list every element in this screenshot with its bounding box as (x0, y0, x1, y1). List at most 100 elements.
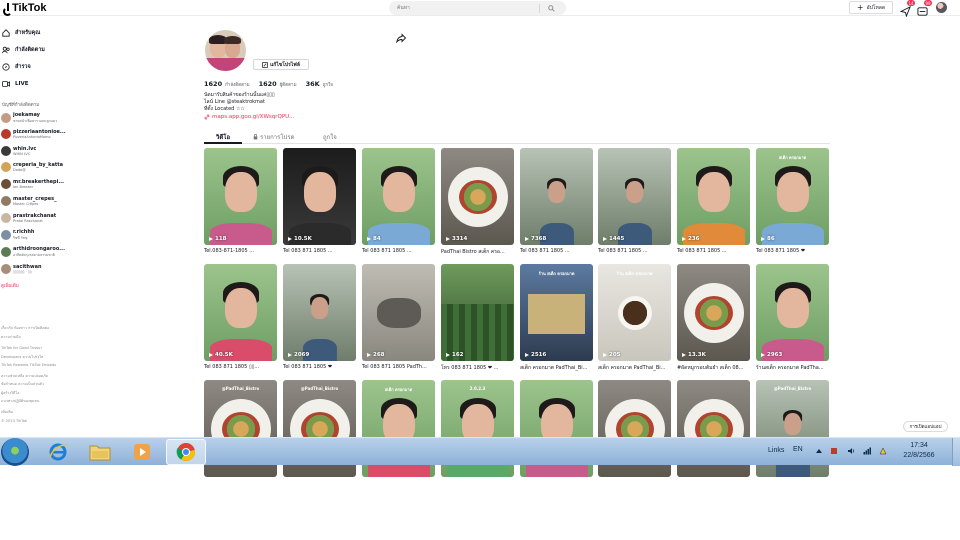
footer-link[interactable]: ความช่วยเหลือ ความปลอดภัย (1, 373, 48, 379)
video-thumbnail[interactable]: 162 (441, 264, 514, 361)
video-caption[interactable]: Tel 083 871 1805 ❤ (283, 364, 356, 370)
footer-link[interactable]: แนวทางปฏิบัติของชุมชน (1, 398, 39, 404)
tray-expand-icon[interactable] (815, 447, 823, 455)
video-caption[interactable]: Tel 083 871 1805 ... (283, 248, 356, 254)
tray-app-icon[interactable] (830, 447, 838, 455)
show-desktop-button[interactable] (952, 438, 960, 466)
nav-for-you[interactable]: สำหรับคุณ (2, 27, 40, 39)
upload-button[interactable]: + อัปโหลด (849, 1, 893, 14)
nav-following[interactable]: กำลังติดตาม (2, 44, 45, 56)
taskbar-clock[interactable]: 17:34 22/8/2566 (893, 441, 945, 461)
following-count[interactable]: 1620 (204, 80, 222, 88)
search-input[interactable] (389, 2, 539, 14)
video-card[interactable]: 236 Tel 083 871 1805 ... (677, 148, 750, 254)
video-thumbnail[interactable]: 2069 (283, 264, 356, 361)
taskbar-app-chrome[interactable] (166, 439, 206, 465)
video-caption[interactable]: Tel.083-871-1805 ... (204, 248, 277, 254)
video-caption[interactable]: สเต็ก ครอกมาต PadThai_Bi... (520, 364, 593, 372)
video-thumbnail[interactable]: 84 (362, 148, 435, 245)
footer-link[interactable]: เพิ่มเติม (1, 409, 13, 415)
video-card[interactable]: 2069 Tel 083 871 1805 ❤ (283, 264, 356, 370)
video-card[interactable]: 2963 ร้านสเต็ก ครอกมาต PadTha... (756, 264, 829, 372)
video-caption[interactable]: สเต็ก ครอกมาต PadThai_Bi... (598, 364, 671, 372)
network-icon[interactable] (863, 447, 871, 455)
video-card[interactable]: ร้าน สเต็ก ครอกมาต 2516 สเต็ก ครอกมาต PadT… (520, 264, 593, 372)
video-card[interactable]: 3314 PadThai Bistro สเต็ก ครอ... (441, 148, 514, 256)
links-toolbar[interactable]: Links (768, 447, 784, 454)
footer-link[interactable]: ความร่วมมือ (1, 334, 21, 340)
video-thumbnail[interactable]: 1445 (598, 148, 671, 245)
footer-link[interactable]: ข้อกำหนด ความเป็นส่วนตัว (1, 381, 44, 387)
inbox-button[interactable]: 14 (899, 0, 915, 18)
video-thumbnail[interactable]: สเต็ก ครอกมาต 86 (756, 148, 829, 245)
footer-link[interactable]: ผู้สร้างวิดีโอ (1, 390, 19, 396)
video-card[interactable]: 162 โทร 083 871 1805 ❤ ... (441, 264, 514, 372)
video-thumbnail[interactable]: ร้าน สเต็ก ครอกมาต 205 (598, 264, 671, 361)
taskbar-app-ie[interactable] (38, 439, 78, 465)
footer-link[interactable]: Developers ความโปร่งใส (1, 354, 43, 360)
video-card[interactable]: 118 Tel.083-871-1805 ... (204, 148, 277, 254)
nav-explore[interactable]: สำรวจ (2, 61, 31, 73)
video-thumbnail[interactable]: 268 (362, 264, 435, 361)
account-item[interactable]: whin.lvc WHIN LVC (1, 143, 69, 158)
video-caption[interactable]: Tel 083 871 1805 ... (520, 248, 593, 254)
video-card[interactable]: 268 Tel 083 871 1805 PadTh... (362, 264, 435, 370)
see-more-link[interactable]: ดูเพิ่มเติม (1, 282, 19, 289)
video-thumbnail[interactable]: 118 (204, 148, 277, 245)
footer-link[interactable]: TikTok Rewards TikTok Embeds (1, 363, 56, 367)
followers-count[interactable]: 1620 (259, 80, 277, 88)
bio-link[interactable]: maps.app.goo.gl/XWsqrQPU... (204, 114, 294, 120)
video-thumbnail[interactable]: 10.5K (283, 148, 356, 245)
profile-avatar[interactable] (205, 30, 246, 71)
video-card[interactable]: 13.3K #ผัดหมูกรอบต้มยำ สเต็ก 08... (677, 264, 750, 372)
video-card[interactable]: 84 Tel 083 871 1805 ... (362, 148, 435, 254)
footer-link[interactable]: TikTok for Good โฆษณา (1, 345, 42, 351)
video-thumbnail[interactable]: 2963 (756, 264, 829, 361)
video-caption[interactable]: Tel 083 871 1805 ... (362, 248, 435, 254)
tab-videos[interactable]: วิดีโอ (216, 132, 230, 142)
account-item[interactable]: pizzeriaantonioe... PizzeriaAntonioMomo (1, 126, 69, 141)
account-item[interactable]: prastrakchanat Pratal Rakchanat (1, 210, 69, 225)
video-thumbnail[interactable]: 40.5K (204, 264, 277, 361)
video-thumbnail[interactable]: 7368 (520, 148, 593, 245)
taskbar-app-media-player[interactable] (122, 439, 162, 465)
video-thumbnail[interactable]: 3314 (441, 148, 514, 245)
get-app-button[interactable]: การเปิดแอปแอป (903, 421, 948, 432)
video-card[interactable]: ร้าน สเต็ก ครอกมาต 205 สเต็ก ครอกมาต PadTh… (598, 264, 671, 372)
account-item[interactable]: mr.breakerthepi... Ian Breaker (1, 176, 69, 191)
account-item[interactable]: arthidroongaroo... อาทิตย์ปรุงรสตามธรรมชา… (1, 244, 69, 259)
tab-liked[interactable]: ถูกใจ (323, 132, 337, 142)
video-caption[interactable]: โทร 083 871 1805 ❤ ... (441, 364, 514, 372)
user-avatar[interactable] (936, 2, 947, 13)
notifications-button[interactable]: 99 (917, 0, 932, 16)
action-center-icon[interactable] (879, 447, 887, 455)
video-card[interactable]: 7368 Tel 083 871 1805 ... (520, 148, 593, 254)
tiktok-logo[interactable]: TikTok (2, 2, 46, 16)
video-caption[interactable]: ร้านสเต็ก ครอกมาต PadTha... (756, 364, 829, 372)
start-button[interactable] (1, 438, 29, 466)
video-card[interactable]: สเต็ก ครอกมาต 86 Tel 083 871 1805 ❤ (756, 148, 829, 254)
account-item[interactable]: sacithwan ▯▯▯▯▯▯ · ▯▯ (1, 261, 69, 276)
video-caption[interactable]: Tel 083 871 1805 ❤ (756, 248, 829, 254)
footer-link[interactable]: เกี่ยวกับ ห้องข่าว การเปิดติดต่อ (1, 325, 49, 331)
account-item[interactable]: joekamay ขายหน้าเฟือสาราแถมลูกแมว (1, 110, 69, 125)
video-thumbnail[interactable]: 236 (677, 148, 750, 245)
search-button[interactable] (540, 2, 562, 14)
video-caption[interactable]: PadThai Bistro สเต็ก ครอ... (441, 248, 514, 256)
video-caption[interactable]: Tel 083 871 1805 PadTh... (362, 364, 435, 370)
video-card[interactable]: 10.5K Tel 083 871 1805 ... (283, 148, 356, 254)
video-caption[interactable]: Tel 083 871 1805 ... (677, 248, 750, 254)
tab-favorites[interactable]: รายการโปรด (253, 132, 294, 142)
share-icon[interactable] (396, 33, 406, 43)
video-card[interactable]: 1445 Tel 083 871 1805 ... (598, 148, 671, 254)
volume-icon[interactable] (847, 447, 855, 455)
video-caption[interactable]: Tel 083 871 1805 ▯▯... (204, 364, 277, 370)
video-caption[interactable]: #ผัดหมูกรอบต้มยำ สเต็ก 08... (677, 364, 750, 372)
video-thumbnail[interactable]: ร้าน สเต็ก ครอกมาต 2516 (520, 264, 593, 361)
video-thumbnail[interactable]: 13.3K (677, 264, 750, 361)
video-caption[interactable]: Tel 083 871 1805 ... (598, 248, 671, 254)
account-item[interactable]: master_crepes_ Master Crêpes (1, 193, 69, 208)
video-card[interactable]: 40.5K Tel 083 871 1805 ▯▯... (204, 264, 277, 370)
edit-profile-button[interactable]: แก้ไขโปรไฟล์ (253, 59, 309, 70)
language-indicator[interactable]: EN (793, 446, 803, 453)
